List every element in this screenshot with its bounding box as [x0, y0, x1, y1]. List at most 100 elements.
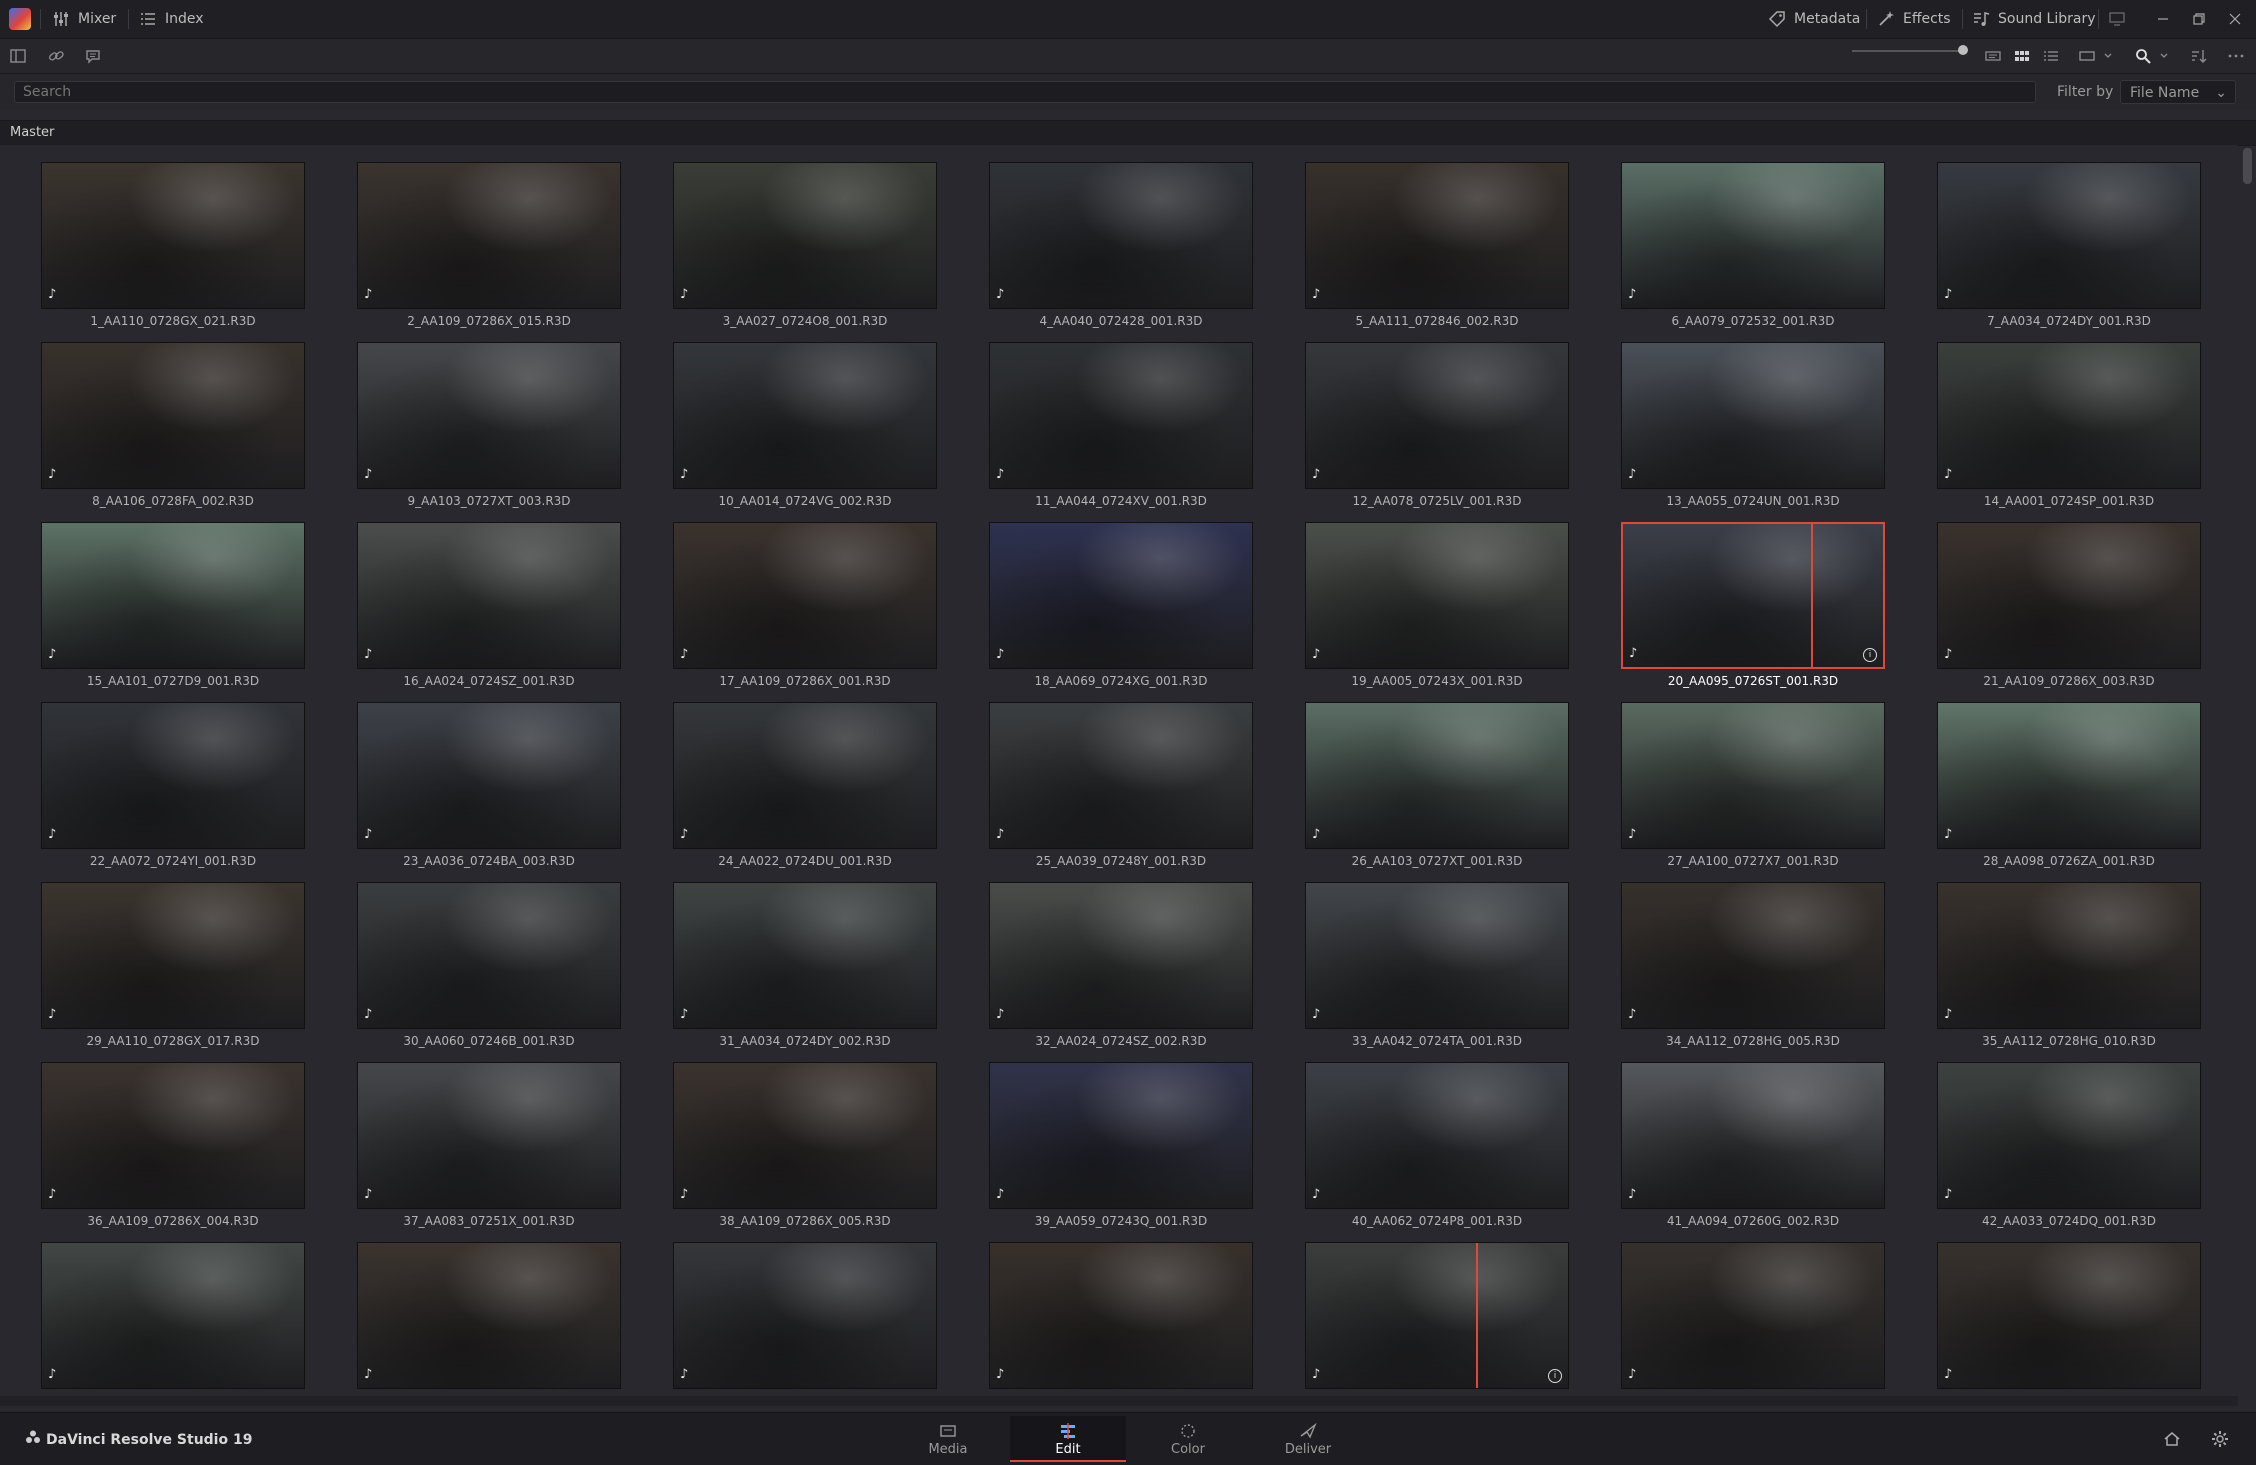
clip-name: 5_AA111_072846_002.R3D — [1355, 314, 1519, 328]
monitor-icon — [2109, 12, 2125, 26]
audio-note-icon: ♪ — [680, 1367, 689, 1382]
chevron-down-icon[interactable] — [2158, 47, 2170, 65]
vertical-scrollbar[interactable] — [2243, 148, 2252, 184]
davinci-logo-icon — [9, 8, 31, 30]
audio-note-icon: ♪ — [48, 827, 57, 842]
clip-name: 20_AA095_0726ST_001.R3D — [1667, 674, 1839, 688]
clip-name: 14_AA001_0724SP_001.R3D — [1983, 494, 2155, 508]
metadata-view-icon[interactable] — [1984, 47, 2002, 65]
maximize-button[interactable] — [2192, 0, 2206, 38]
search-input[interactable] — [14, 81, 2036, 103]
page-tab-deliver[interactable]: Deliver — [1250, 1416, 1366, 1462]
clip-preview-image: ♪ — [1937, 522, 2201, 669]
search-icon[interactable] — [2134, 47, 2152, 65]
thumbnail-view-icon[interactable] — [2013, 47, 2031, 65]
audio-note-icon: ♪ — [1628, 1007, 1637, 1022]
more-options-icon[interactable] — [2227, 47, 2245, 65]
effects-button[interactable]: Effects — [1877, 0, 1951, 38]
metadata-button[interactable]: Metadata — [1768, 0, 1860, 38]
close-button[interactable] — [2228, 0, 2242, 38]
sidebar-toggle-icon[interactable] — [9, 47, 27, 65]
clip-preview-image: ♪ — [673, 1242, 937, 1389]
sound-library-button[interactable]: Sound Library — [1972, 0, 2096, 38]
bin-path-bar — [0, 120, 2256, 146]
clip-preview-image: ♪ — [41, 522, 305, 669]
mixer-button[interactable]: Mixer — [52, 0, 116, 38]
thumbnail-size-slider[interactable] — [1852, 50, 1962, 52]
title-bar: Mixer Index Metadata Effects Sound Libra… — [0, 0, 2256, 39]
clip-preview-image: ♪ — [673, 162, 937, 309]
settings-gear-icon[interactable] — [2211, 1430, 2229, 1448]
clip-name: 35_AA112_0728HG_010.R3D — [1982, 1034, 2156, 1048]
divider — [2098, 9, 2099, 29]
filter-by-select[interactable]: File Name ⌄ — [2120, 80, 2236, 104]
audio-note-icon: ♪ — [1944, 1007, 1953, 1022]
audio-note-icon: ♪ — [1312, 1007, 1321, 1022]
chevron-down-icon: ⌄ — [2215, 85, 2227, 101]
page-tab-color[interactable]: Color — [1130, 1416, 1246, 1462]
clip-name: 37_AA083_07251X_001.R3D — [403, 1214, 575, 1228]
metadata-label: Metadata — [1794, 11, 1861, 27]
media-pool-toolbar — [0, 39, 2256, 74]
restore-icon — [2193, 13, 2205, 25]
color-page-icon — [1181, 1424, 1195, 1438]
divider — [1962, 9, 1963, 29]
thumbnail-size-slider-handle[interactable] — [1958, 45, 1968, 55]
clip-preview-image: ♪ — [357, 342, 621, 489]
display-toggle-button[interactable] — [2108, 0, 2126, 38]
clip-preview-image: ♪ — [989, 522, 1253, 669]
clip-name: 2_AA109_07286X_015.R3D — [407, 314, 571, 328]
comment-icon[interactable] — [84, 47, 102, 65]
clip-preview-image: ♪ — [1937, 342, 2201, 489]
scrub-playhead[interactable] — [1811, 524, 1813, 667]
audio-note-icon: ♪ — [1312, 467, 1321, 482]
clip-name: 4_AA040_072428_001.R3D — [1039, 314, 1203, 328]
info-icon[interactable]: i — [1863, 648, 1877, 662]
clip-name: 40_AA062_0724P8_001.R3D — [1351, 1214, 1523, 1228]
clip-preview-image: ♪ — [1305, 1062, 1569, 1209]
clip-preview-image: ♪ — [1621, 1062, 1885, 1209]
list-view-icon[interactable] — [2042, 47, 2060, 65]
clip-preview-image: ♪ — [41, 882, 305, 1029]
home-icon[interactable] — [2163, 1430, 2181, 1448]
filter-by-value: File Name — [2130, 85, 2200, 101]
clip-preview-image: ♪ — [673, 522, 937, 669]
minimize-button[interactable] — [2156, 0, 2170, 38]
clip-name: 27_AA100_0727X7_001.R3D — [1667, 854, 1839, 868]
audio-note-icon: ♪ — [996, 647, 1005, 662]
clip-name: 34_AA112_0728HG_005.R3D — [1666, 1034, 1840, 1048]
audio-note-icon: ♪ — [1629, 646, 1638, 661]
clip-name: 38_AA109_07286X_005.R3D — [719, 1214, 891, 1228]
page-tab-media[interactable]: Media — [890, 1416, 1006, 1462]
clip-preview-image: ♪ — [1621, 1242, 1885, 1389]
clip-name: 9_AA103_0727XT_003.R3D — [407, 494, 571, 508]
breadcrumb[interactable]: Master — [10, 125, 54, 140]
clip-name: 16_AA024_0724SZ_001.R3D — [403, 674, 575, 688]
metadata-tag-icon — [1768, 11, 1785, 28]
deliver-page-icon — [1300, 1422, 1317, 1439]
info-icon[interactable]: i — [1548, 1369, 1562, 1383]
audio-note-icon: ♪ — [996, 1187, 1005, 1202]
audio-note-icon: ♪ — [1944, 827, 1953, 842]
clip-preview-image: ♪ i — [1621, 522, 1885, 669]
scrub-playhead[interactable] — [1476, 1243, 1478, 1388]
davinci-resolve-logo-icon — [26, 1430, 40, 1443]
audio-note-icon: ♪ — [364, 827, 373, 842]
divider — [40, 9, 41, 29]
audio-note-icon: ♪ — [364, 467, 373, 482]
clip-preview-image: ♪ — [1937, 702, 2201, 849]
clip-frame-icon[interactable] — [2078, 47, 2096, 65]
audio-note-icon: ♪ — [1312, 1187, 1321, 1202]
link-icon[interactable] — [47, 47, 65, 65]
clip-name: 7_AA034_0724DY_001.R3D — [1987, 314, 2151, 328]
audio-note-icon: ♪ — [1944, 1187, 1953, 1202]
sort-icon[interactable] — [2190, 47, 2208, 65]
page-tab-edit[interactable]: Edit — [1010, 1416, 1126, 1462]
clip-name: 12_AA078_0725LV_001.R3D — [1352, 494, 1522, 508]
clip-name: 41_AA094_07260G_002.R3D — [1666, 1214, 1840, 1228]
chevron-down-icon[interactable] — [2102, 47, 2114, 65]
index-button[interactable]: Index — [139, 0, 204, 38]
clip-preview-image: ♪ — [989, 1062, 1253, 1209]
clip-preview-image: ♪ — [41, 702, 305, 849]
clip-name: 1_AA110_0728GX_021.R3D — [90, 314, 256, 328]
